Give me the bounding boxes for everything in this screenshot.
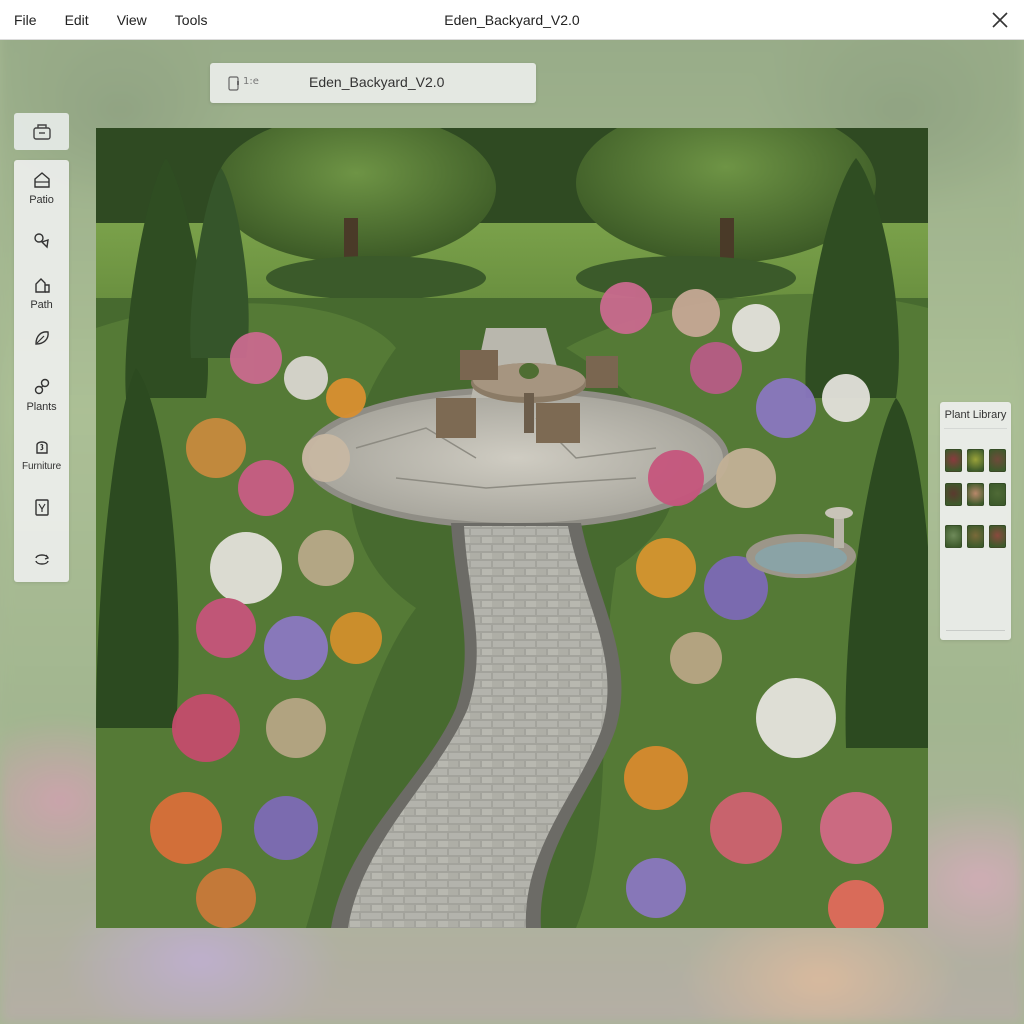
plant-thumb-red-roses[interactable]: [945, 449, 962, 472]
layers-icon: [32, 123, 51, 140]
plant-library-title: Plant Library: [944, 409, 1007, 421]
tool-furniture[interactable]: Furniture: [14, 437, 69, 472]
garden-render: [96, 128, 928, 928]
design-canvas[interactable]: [96, 128, 928, 928]
tool-path[interactable]: Path: [14, 275, 69, 311]
menu-file[interactable]: File: [0, 0, 51, 40]
plant-thumb-burgundy-heuchera[interactable]: [945, 483, 962, 506]
layers-button[interactable]: [14, 113, 69, 150]
tool-refresh[interactable]: [14, 549, 69, 569]
tool-label-furniture: Furniture: [21, 461, 62, 472]
close-button[interactable]: [990, 10, 1010, 30]
plant-thumb-orange-lily[interactable]: [967, 525, 984, 548]
plant-library-divider: [944, 428, 1007, 429]
plant-thumb-yellow-marigold[interactable]: [967, 449, 984, 472]
close-icon: [992, 12, 1008, 28]
plant-thumb-white-hydrangea[interactable]: [945, 525, 962, 548]
tool-label-plants: Plants: [26, 401, 57, 413]
menu-view[interactable]: View: [103, 0, 161, 40]
plant-library-panel: Plant Library: [940, 402, 1011, 640]
leaf-icon: [34, 331, 49, 345]
tool-rail: Patio Path Plants Furniture: [14, 160, 69, 582]
refresh-icon: [34, 554, 49, 565]
plants-icon: [34, 378, 49, 395]
tool-label-path: Path: [30, 299, 53, 311]
shapes-icon: [33, 233, 49, 249]
menu-edit[interactable]: Edit: [51, 0, 103, 40]
document-meta: 1:e: [243, 76, 259, 87]
tool-shapes[interactable]: [14, 230, 69, 250]
tool-plants[interactable]: Plants: [14, 377, 69, 413]
furniture-icon: [35, 441, 48, 454]
patio-icon: [33, 172, 50, 188]
tool-label-patio: Patio: [29, 194, 54, 206]
document-name: Eden_Backyard_V2.0: [309, 74, 445, 90]
path-icon: [34, 278, 50, 293]
tool-trash[interactable]: [14, 497, 69, 517]
tool-patio[interactable]: Patio: [14, 170, 69, 206]
trash-icon: [34, 499, 49, 516]
plant-library-bottom-divider: [946, 630, 1005, 631]
plant-thumb-red-geranium[interactable]: [989, 449, 1006, 472]
document-tab[interactable]: 1:e Eden_Backyard_V2.0: [210, 63, 536, 103]
plant-thumb-red-salvia[interactable]: [989, 525, 1006, 548]
menu-bar: File Edit View Tools: [0, 0, 1024, 40]
document-icon: [228, 76, 239, 91]
menu-tools[interactable]: Tools: [161, 0, 222, 40]
plant-thumb-peach-begonia[interactable]: [967, 483, 984, 506]
tool-leaf[interactable]: [14, 328, 69, 348]
plant-thumb-green-fern[interactable]: [989, 483, 1006, 506]
